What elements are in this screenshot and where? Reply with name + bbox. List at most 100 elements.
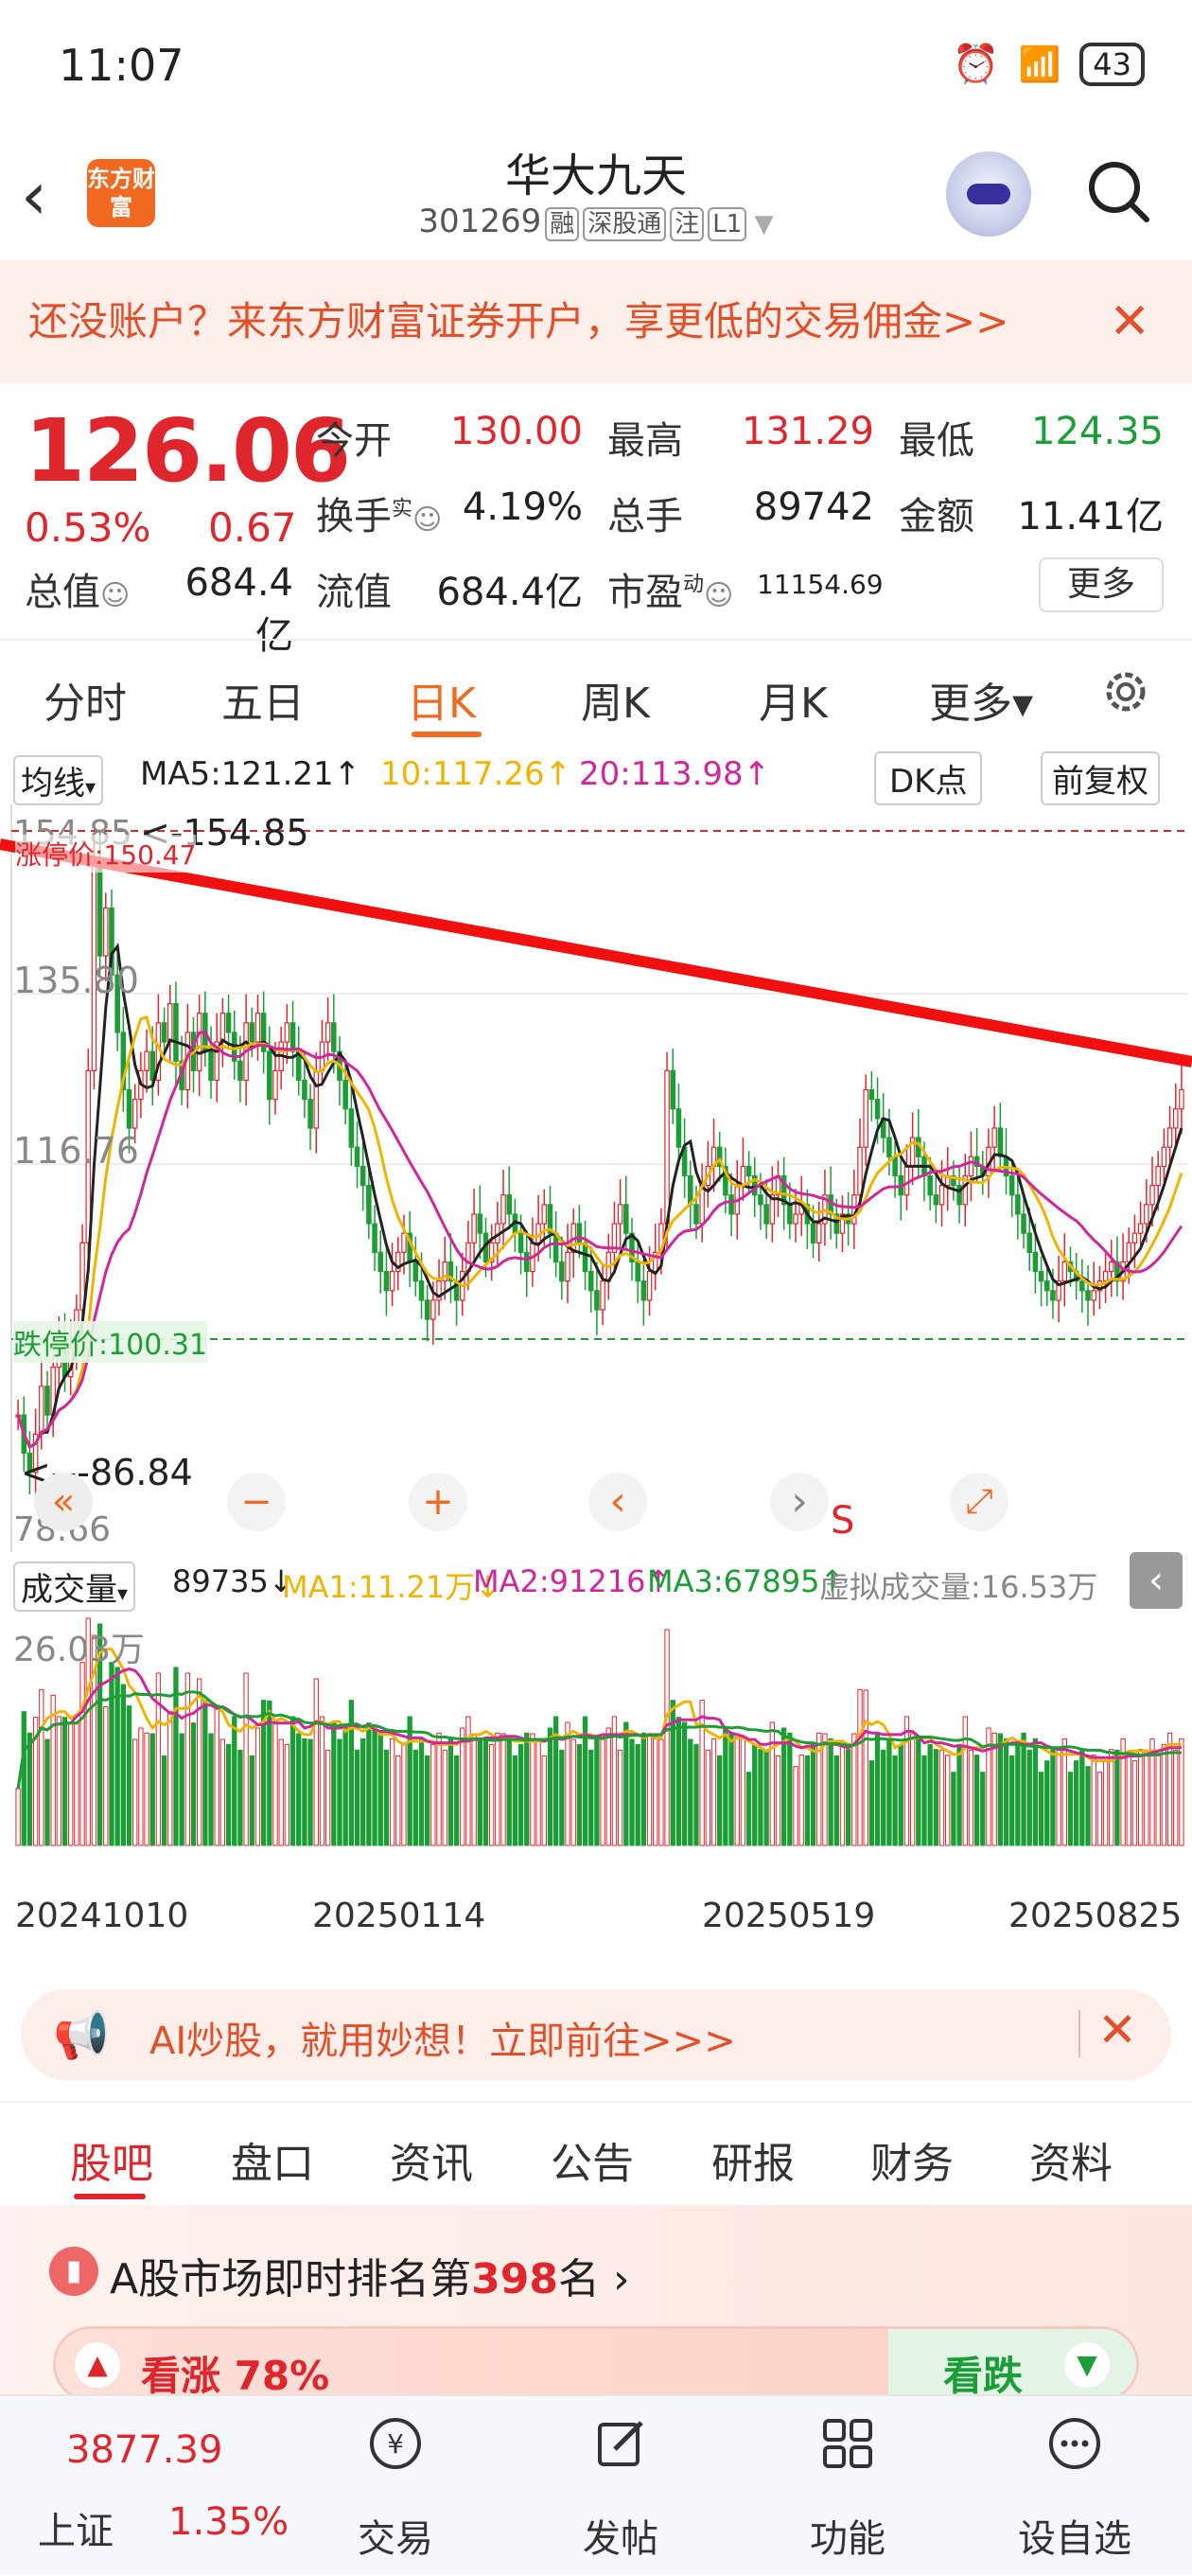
candle-body	[617, 1204, 623, 1225]
volume-value: 89742	[753, 485, 874, 529]
candle-body	[331, 1022, 337, 1052]
volume-bar	[675, 1717, 682, 1846]
tab-orderbook[interactable]: 盘口	[231, 2129, 314, 2190]
candle-body	[857, 1146, 863, 1196]
volume-bar	[717, 1755, 723, 1846]
volume-bar	[512, 1755, 518, 1846]
close-icon[interactable]: ✕	[1109, 260, 1150, 383]
dk-point-button[interactable]: DK点	[874, 751, 983, 805]
volume-selector[interactable]: 成交量▾	[13, 1561, 136, 1612]
volume-bar	[745, 1772, 752, 1846]
kline-chart[interactable]: 154.85 <-154.85 涨停价:150.47 135.80 116.76…	[0, 804, 1192, 1552]
date-label: 20250825	[1008, 1897, 1183, 1935]
ma-selector[interactable]: 均线▾	[13, 755, 104, 805]
tab-announcements[interactable]: 公告	[551, 2129, 634, 2190]
ai-promo-text: AI炒股，就用妙想！立即前往>>>	[149, 2020, 736, 2063]
volume-bar	[354, 1749, 360, 1846]
candle-body	[874, 1099, 881, 1120]
volume-bar	[892, 1755, 898, 1846]
volume-bar	[1079, 1749, 1085, 1846]
account-promo-banner[interactable]: 还没账户？来东方财富证券开户，享更低的交易佣金>> ✕	[0, 260, 1192, 383]
ai-promo-banner[interactable]: 📢 AI炒股，就用妙想！立即前往>>> ✕	[21, 1989, 1171, 2080]
tab-news[interactable]: 资讯	[390, 2129, 473, 2190]
volume-bar	[839, 1743, 846, 1846]
volume-bar	[874, 1732, 881, 1846]
search-icon[interactable]	[1084, 157, 1152, 225]
sentiment-bar[interactable]: ▲ 看涨 78% 看跌 ▼	[53, 2326, 1139, 2402]
gear-icon[interactable]	[1099, 665, 1152, 718]
tab-intraday[interactable]: 分时	[44, 669, 127, 730]
volume-bar	[600, 1738, 605, 1846]
assistant-robot-icon[interactable]	[946, 151, 1031, 237]
scroll-right-button[interactable]: ›	[770, 1473, 829, 1531]
volume-bar	[991, 1732, 997, 1846]
tag-registered: 注	[670, 207, 705, 241]
nav-functions[interactable]: 功能	[753, 2396, 942, 2576]
volume-bar	[1015, 1743, 1021, 1846]
tab-forum[interactable]: 股吧	[70, 2129, 153, 2190]
more-button[interactable]: 更多	[1039, 557, 1164, 612]
adjust-button[interactable]: 前复权	[1041, 751, 1160, 805]
candle-body	[1061, 1261, 1068, 1282]
candle-body	[418, 1280, 425, 1301]
nav-add-watchlist[interactable]: 设自选	[980, 2396, 1169, 2576]
candle-body	[933, 1194, 939, 1206]
collapse-panel-button[interactable]: ‹	[1130, 1552, 1183, 1609]
float-label: 流值	[316, 571, 392, 614]
nav-trade[interactable]: ¥ 交易	[301, 2396, 490, 2576]
volume-bar	[337, 1738, 342, 1846]
volume-bar	[161, 1755, 167, 1846]
close-icon[interactable]: ✕	[1097, 2003, 1137, 2057]
tab-five-day[interactable]: 五日	[221, 669, 305, 730]
volume-chart[interactable]: 26.03万	[0, 1609, 1192, 1883]
zoom-out-button[interactable]: −	[227, 1473, 286, 1531]
volume-bar	[828, 1738, 833, 1846]
scroll-left-button[interactable]: ‹	[588, 1473, 647, 1531]
volume-bar	[272, 1721, 278, 1846]
bottom-navigation: 3877.39 上证 1.35% ¥ 交易 发帖 功能 设自选	[0, 2394, 1192, 2574]
volume-bar	[144, 1732, 149, 1846]
volume-indicator-row: 成交量▾ 89735↓ MA1:11.21万↓ MA2:91216↑ MA3:6…	[0, 1552, 1192, 1612]
index-ticker[interactable]: 3877.39 上证 1.35%	[0, 2396, 289, 2576]
promo-text: 还没账户？来东方财富证券开户，享更低的交易佣金>>	[28, 298, 1009, 344]
volume-bar	[1021, 1732, 1026, 1846]
volume-bar	[383, 1749, 390, 1846]
volume-bar	[1026, 1749, 1032, 1846]
volume-bar	[769, 1721, 775, 1846]
volume-bar	[752, 1743, 758, 1846]
volume-bar	[319, 1716, 325, 1846]
volume-bar	[412, 1749, 418, 1846]
candle-body	[1108, 1261, 1114, 1273]
nav-post[interactable]: 发帖	[526, 2396, 715, 2576]
candle-body	[600, 1280, 605, 1311]
volume-bar	[126, 1705, 132, 1846]
candle-body	[131, 1099, 138, 1129]
volume-bar	[296, 1733, 302, 1846]
tab-more[interactable]: 更多▾	[929, 669, 1033, 730]
volume-bar	[1050, 1749, 1056, 1846]
tab-research[interactable]: 研报	[711, 2129, 795, 2190]
tab-monthly-k[interactable]: 月K	[759, 669, 828, 730]
scroll-start-button[interactable]: «	[34, 1473, 93, 1531]
tab-financials[interactable]: 财务	[870, 2129, 954, 2190]
candle-body	[892, 1156, 898, 1177]
nav-label: 发帖	[583, 2517, 658, 2561]
tab-profile[interactable]: 资料	[1029, 2129, 1113, 2190]
status-time: 11:07	[59, 40, 184, 91]
fullscreen-button[interactable]: ⤢	[950, 1473, 1008, 1531]
volume-bar	[243, 1672, 249, 1846]
candle-body	[173, 1003, 179, 1062]
tab-daily-k[interactable]: 日K	[407, 669, 476, 730]
candle-body	[1032, 1251, 1039, 1273]
candle-body	[1085, 1290, 1091, 1301]
zoom-in-button[interactable]: +	[409, 1473, 467, 1531]
volume-bar	[851, 1733, 857, 1846]
rank-section[interactable]: ▮ A股市场即时排名第398名 › ▲ 看涨 78% 看跌 ▼	[0, 2205, 1192, 2402]
tab-weekly-k[interactable]: 周K	[581, 669, 650, 730]
volume-bar	[863, 1689, 868, 1846]
candle-body	[1015, 1194, 1021, 1215]
volume-bar	[1038, 1772, 1044, 1846]
candle-body	[302, 1079, 307, 1101]
index-name: 上证	[38, 2510, 114, 2553]
turnover-label: 换手实☺	[316, 495, 443, 538]
